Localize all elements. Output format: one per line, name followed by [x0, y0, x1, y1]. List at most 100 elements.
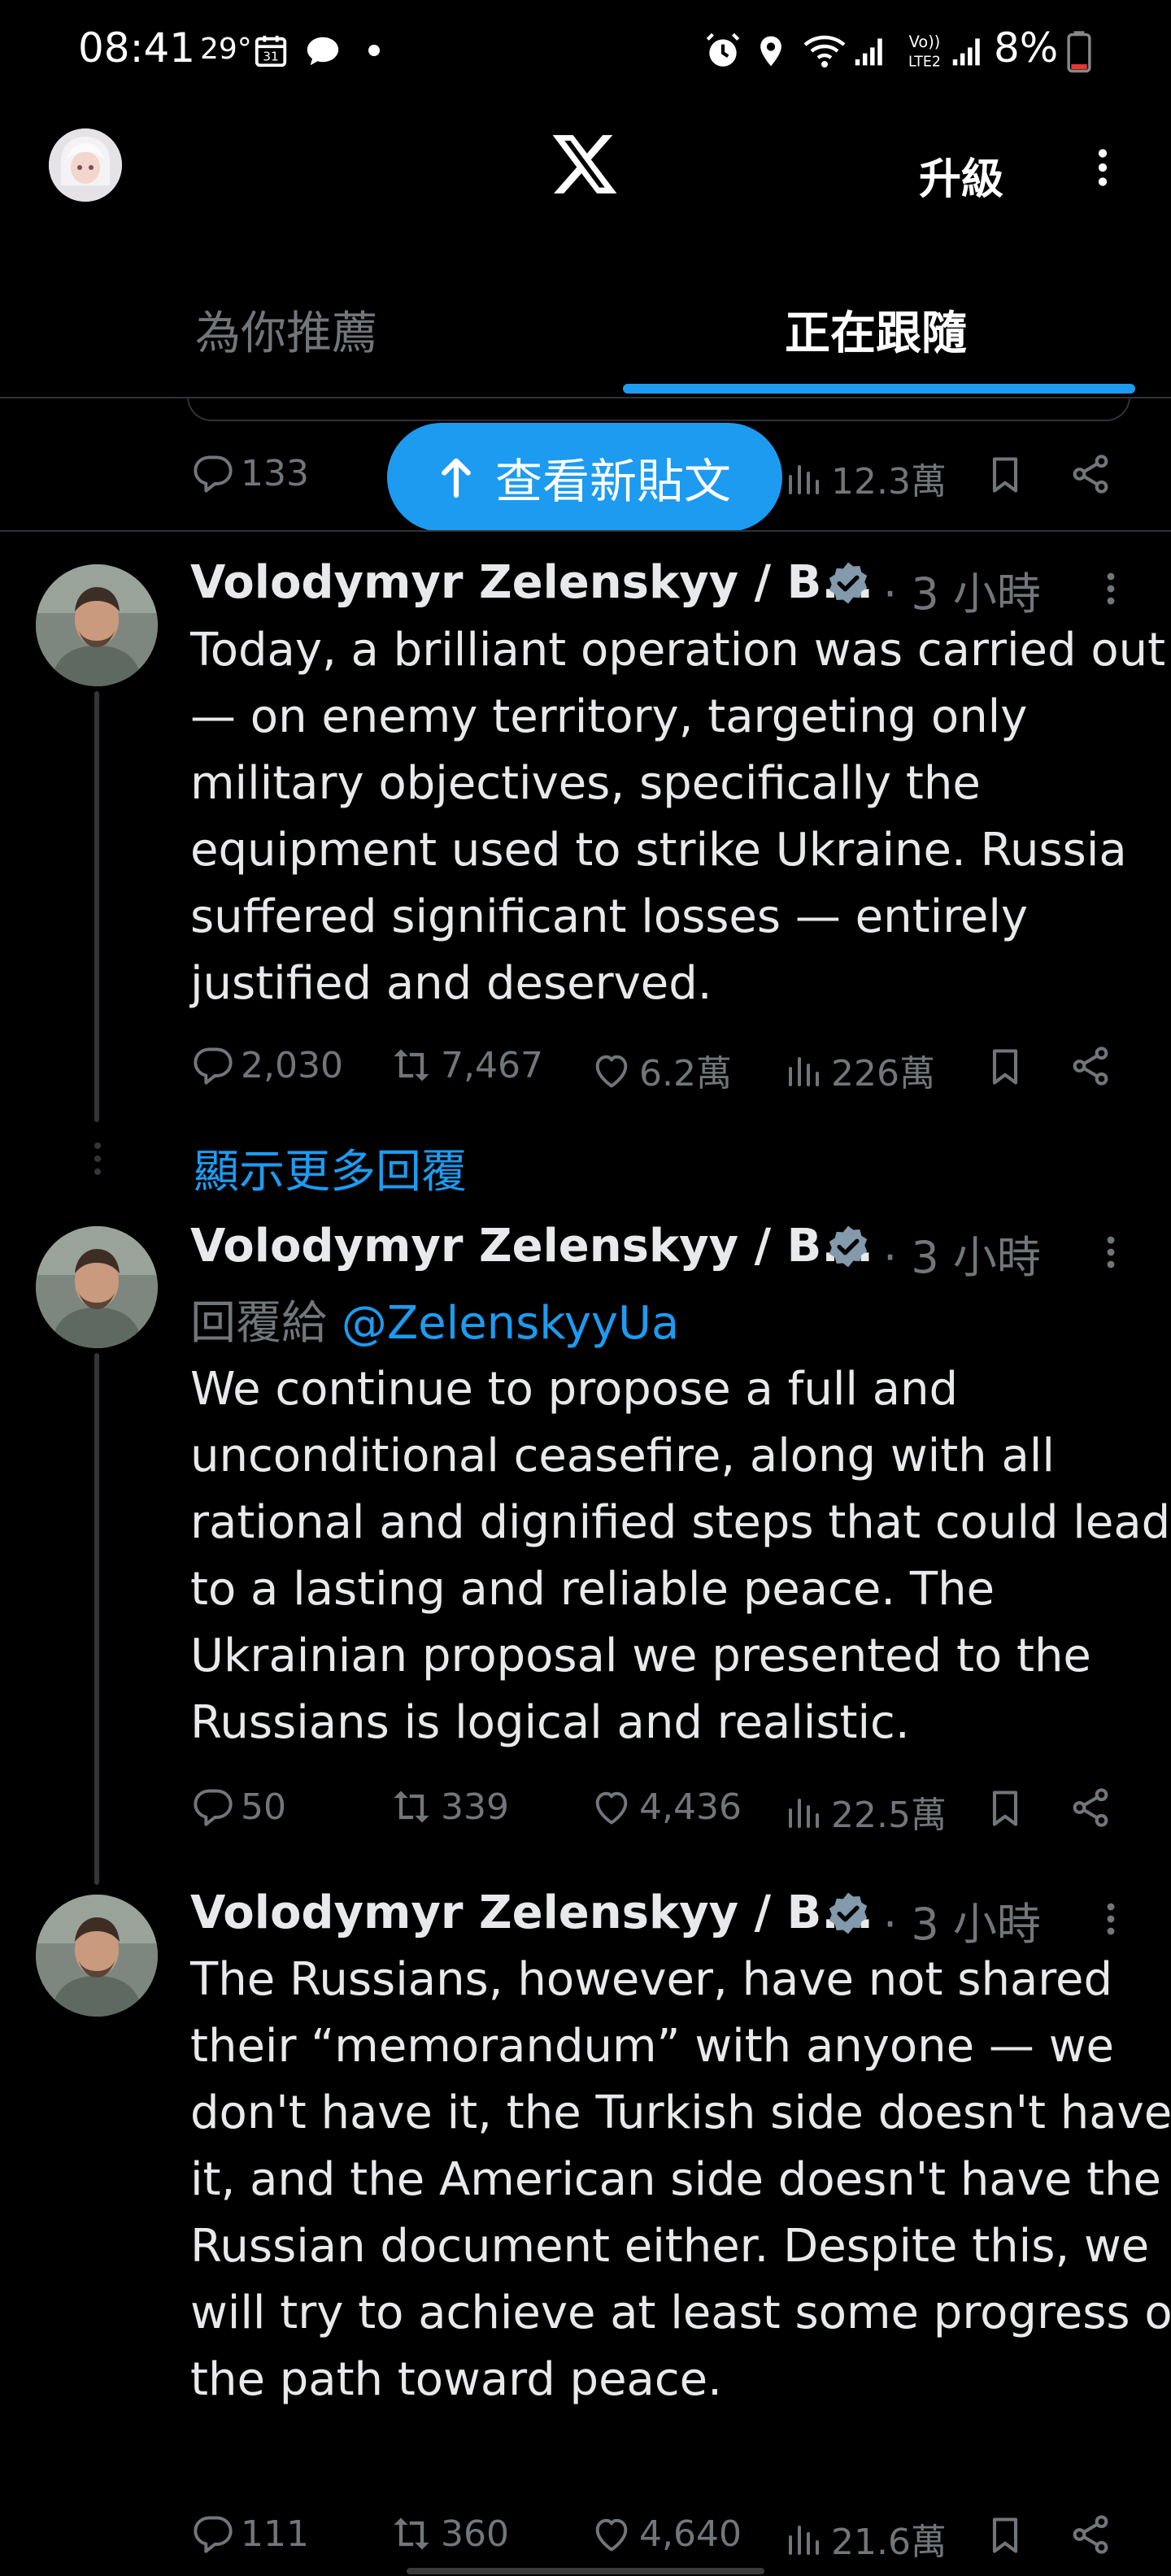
- status-time: 08:41: [78, 24, 196, 72]
- repost-count: 7,467: [441, 1044, 543, 1086]
- arrow-up-icon: [442, 458, 471, 498]
- reply-button[interactable]: 2,030: [192, 1044, 343, 1086]
- show-new-posts-button[interactable]: 查看新貼文: [387, 423, 782, 532]
- repost-icon: [389, 1044, 434, 1086]
- reply-icon: [192, 1786, 234, 1828]
- prev-bookmark-icon[interactable]: [984, 452, 1026, 498]
- tab-following[interactable]: 正在跟隨: [785, 297, 967, 363]
- reply-handle-link[interactable]: @ZelenskyyUa: [342, 1297, 680, 1350]
- author-name[interactable]: Volodymyr Zelenskyy / B...: [190, 556, 873, 609]
- reply-icon: [192, 2513, 234, 2555]
- verified-badge-icon: [825, 1890, 872, 1937]
- verified-badge-icon: [825, 1223, 872, 1270]
- verified-badge-icon: [825, 559, 872, 607]
- location-icon: [753, 31, 789, 72]
- views-icon: [786, 2517, 825, 2560]
- repost-button[interactable]: 7,467: [389, 1044, 543, 1086]
- tab-active-indicator: [623, 384, 1135, 394]
- post-body: We continue to propose a full and uncond…: [190, 1363, 1171, 1749]
- views-count: 22.5萬: [831, 1795, 947, 1836]
- views-button[interactable]: 22.5萬: [786, 1786, 947, 1838]
- dot-icon: [368, 44, 381, 57]
- views-button[interactable]: 226萬: [786, 1044, 935, 1096]
- prev-reply-button[interactable]: 133: [192, 452, 309, 494]
- like-count: 4,640: [639, 2513, 742, 2555]
- reply-count: 111: [241, 2513, 309, 2555]
- battery-percent: 8%: [994, 24, 1059, 72]
- views-icon: [786, 1049, 825, 1091]
- author-name[interactable]: Volodymyr Zelenskyy / B...: [190, 1220, 873, 1273]
- repost-count: 339: [441, 1786, 509, 1828]
- post-body: The Russians, however, have not shared t…: [190, 1953, 1171, 2406]
- repost-icon: [389, 2513, 434, 2555]
- share-icon[interactable]: [1069, 2513, 1112, 2556]
- prev-share-icon[interactable]: [1069, 452, 1112, 496]
- prev-reply-count: 133: [241, 452, 309, 494]
- repost-button[interactable]: 339: [389, 1786, 509, 1828]
- author-avatar[interactable]: [36, 1895, 158, 2017]
- like-button[interactable]: 6.2萬: [590, 1044, 732, 1096]
- like-icon: [590, 1049, 633, 1091]
- views-icon: [786, 457, 825, 499]
- views-count: 21.6萬: [831, 2522, 947, 2563]
- upgrade-button[interactable]: 升級: [919, 145, 1003, 206]
- show-more-replies-link[interactable]: 顯示更多回覆: [194, 1135, 467, 1201]
- repost-icon: [389, 1786, 434, 1828]
- post-divider: [0, 530, 1171, 532]
- bookmark-icon[interactable]: [984, 2513, 1026, 2558]
- reply-count: 50: [241, 1786, 286, 1828]
- post-time: · 3 小時: [883, 568, 1041, 620]
- svg-text:LTE2: LTE2: [908, 54, 941, 70]
- post-more-icon[interactable]: [1091, 563, 1130, 615]
- author-avatar[interactable]: [36, 564, 158, 686]
- like-button[interactable]: 4,640: [590, 2513, 742, 2555]
- reply-button[interactable]: 111: [192, 2513, 309, 2555]
- calendar-icon: 31: [252, 33, 289, 70]
- post-more-icon[interactable]: [1091, 1226, 1130, 1278]
- profile-avatar[interactable]: [49, 128, 122, 202]
- repost-button[interactable]: 360: [389, 2513, 509, 2555]
- author-name[interactable]: Volodymyr Zelenskyy / B...: [190, 1886, 873, 1939]
- post-time: · 3 小時: [883, 1232, 1041, 1283]
- like-button[interactable]: 4,436: [590, 1786, 742, 1828]
- status-bar: 08:41 29° 31 Vo)) LTE2 8%: [0, 0, 1171, 106]
- reply-count: 2,030: [241, 1044, 343, 1086]
- bookmark-icon[interactable]: [984, 1044, 1026, 1090]
- reply-button[interactable]: 50: [192, 1786, 286, 1828]
- show-new-posts-label: 查看新貼文: [494, 454, 731, 509]
- wifi-icon: [802, 29, 847, 70]
- chat-bubble-icon: [304, 33, 342, 70]
- reply-icon: [192, 452, 234, 494]
- like-icon: [590, 2513, 633, 2555]
- prev-views-count: 12.3萬: [831, 461, 947, 503]
- x-logo-icon[interactable]: [550, 132, 620, 197]
- alarm-icon: [703, 31, 743, 72]
- quoted-card-edge: [187, 397, 1130, 421]
- svg-text:Vo)): Vo)): [909, 33, 941, 51]
- share-icon[interactable]: [1069, 1044, 1112, 1088]
- volte-icon: Vo)) LTE2: [901, 29, 948, 72]
- prev-views-button[interactable]: 12.3萬: [786, 452, 947, 504]
- svg-text:31: 31: [263, 50, 279, 64]
- thread-dots-icon: [93, 1142, 102, 1176]
- like-icon: [590, 1786, 633, 1828]
- tab-for-you[interactable]: 為你推薦: [195, 297, 377, 363]
- views-button[interactable]: 21.6萬: [786, 2513, 947, 2565]
- thread-line: [94, 1353, 99, 1885]
- more-menu-icon[interactable]: [1080, 137, 1125, 198]
- replying-to: 回覆給 @ZelenskyyUa: [190, 1297, 680, 1350]
- signal-2-icon: [950, 33, 987, 68]
- status-temperature: 29°: [200, 33, 252, 66]
- like-count: 4,436: [639, 1786, 742, 1828]
- like-count: 6.2萬: [639, 1053, 732, 1094]
- share-icon[interactable]: [1069, 1786, 1112, 1830]
- home-indicator: [407, 2568, 764, 2574]
- author-avatar[interactable]: [36, 1226, 158, 1348]
- bookmark-icon[interactable]: [984, 1786, 1026, 1831]
- battery-icon: [1067, 31, 1091, 73]
- reply-icon: [192, 1044, 234, 1086]
- post-more-icon[interactable]: [1091, 1893, 1130, 1945]
- post-body: Today, a brilliant operation was carried…: [190, 624, 1166, 1010]
- post-time: · 3 小時: [883, 1899, 1041, 1950]
- signal-icon: [852, 33, 890, 68]
